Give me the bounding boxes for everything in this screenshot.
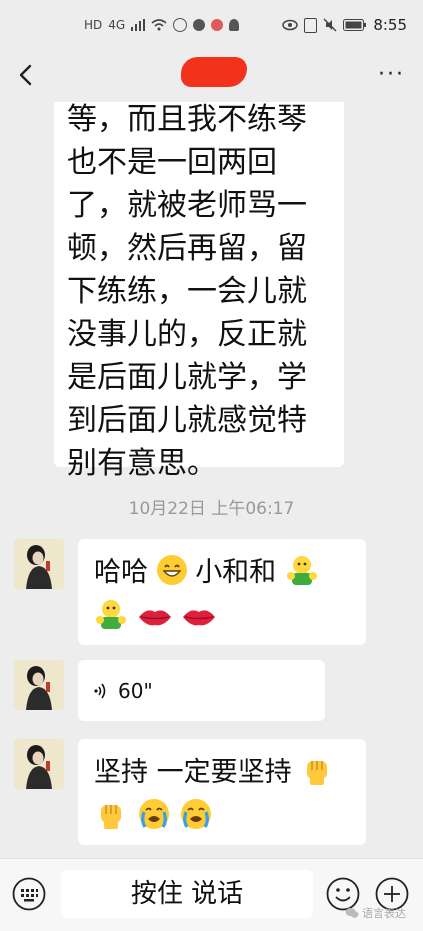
clock: 8:55: [373, 16, 407, 34]
back-icon[interactable]: [12, 58, 42, 92]
keyboard-icon[interactable]: [12, 877, 46, 911]
avatar-image: [14, 539, 64, 589]
voice-duration: 60": [118, 678, 153, 703]
status-bar: HD 4G 8:55: [0, 0, 423, 50]
app-icon: [193, 19, 206, 31]
chat-header: ···: [0, 50, 423, 102]
battery-icon: [343, 19, 367, 31]
avatar[interactable]: [14, 739, 64, 789]
eye-icon: [282, 19, 299, 31]
message-text-part: 哈哈: [94, 557, 148, 588]
message-bubble[interactable]: 哈哈 小和和: [78, 539, 366, 645]
message-text-part: 坚持 一定要坚持: [94, 757, 292, 788]
avatar-image: [14, 739, 64, 789]
loudly-crying-face-icon: [137, 797, 171, 831]
more-options-icon[interactable]: ···: [378, 64, 405, 86]
status-left-icons: HD 4G: [84, 18, 240, 32]
emoji-row: [94, 795, 352, 839]
lips-icon: [181, 598, 217, 626]
nfc-icon: [304, 17, 318, 33]
status-right-icons: 8:55: [282, 16, 407, 34]
signal-icon: [131, 19, 146, 31]
hugging-emoji-icon: [285, 554, 319, 586]
app-icon: [211, 19, 224, 31]
hd-icon: HD: [84, 18, 103, 32]
avatar-image: [14, 660, 64, 710]
watermark-text: 语言表达: [362, 907, 406, 920]
raised-fist-icon: [94, 797, 128, 831]
message-text: 等，而且我不练琴也不是一回两回了，就被老师骂一顿，然后再留，留下练练，一会儿就没…: [67, 102, 307, 481]
message-bubble[interactable]: 坚持 一定要坚持: [78, 739, 366, 845]
app-icon: [173, 18, 188, 32]
hold-to-talk-button[interactable]: 按住 说话: [61, 870, 313, 918]
avatar[interactable]: [14, 660, 64, 710]
app-icon: [229, 19, 240, 31]
grinning-face-icon: [156, 555, 187, 585]
watermark: 语言表达: [345, 905, 406, 921]
contact-name-redacted: [181, 57, 247, 87]
voice-wave-icon: [94, 683, 106, 698]
message-timestamp: 10月22日 上午06:17: [128, 499, 295, 519]
message-text-part: 小和和: [195, 557, 277, 588]
hugging-emoji-icon: [94, 598, 128, 630]
wechat-logo-icon: [345, 908, 359, 918]
message-bubble[interactable]: 等，而且我不练琴也不是一回两回了，就被老师骂一顿，然后再留，留下练练，一会儿就没…: [54, 102, 344, 481]
message-text: 哈哈 小和和: [94, 551, 352, 595]
emoji-row: [94, 595, 352, 639]
network-icon: 4G: [108, 18, 126, 32]
chat-area[interactable]: 等，而且我不练琴也不是一回两回了，就被老师骂一顿，然后再留，留下练练，一会儿就没…: [0, 102, 423, 858]
wifi-icon: [151, 19, 167, 31]
avatar[interactable]: [14, 539, 64, 589]
lips-icon: [137, 598, 173, 626]
loudly-crying-face-icon: [179, 797, 213, 831]
message-text: 坚持 一定要坚持: [94, 751, 352, 795]
mute-icon: [323, 18, 337, 32]
voice-message-bubble[interactable]: 60": [78, 660, 325, 721]
raised-fist-icon: [300, 753, 334, 787]
